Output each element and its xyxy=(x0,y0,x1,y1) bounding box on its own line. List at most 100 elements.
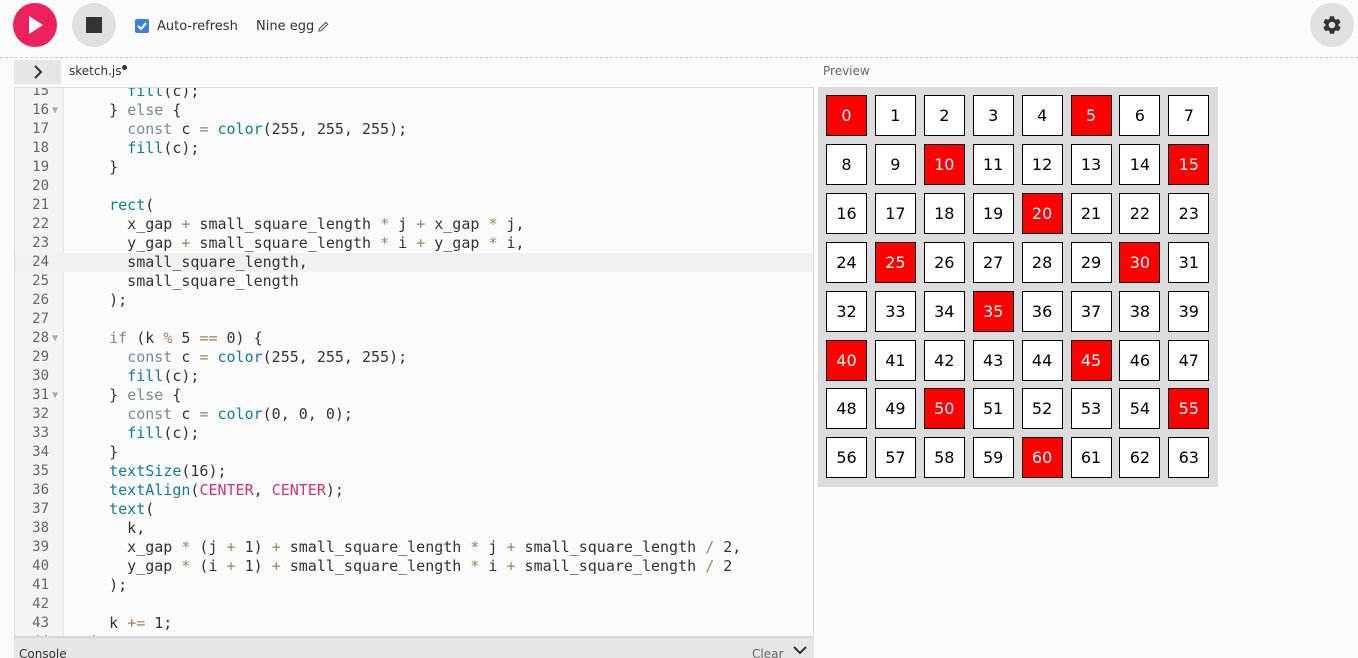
grid-cell: 16 xyxy=(826,192,867,234)
code-line[interactable]: 32 const c = color(0, 0, 0); xyxy=(15,405,813,424)
console-panel: Console Clear xyxy=(14,637,814,658)
code-text: } xyxy=(73,443,119,461)
code-line[interactable]: 21 rect( xyxy=(15,196,813,215)
grid-cell: 5 xyxy=(1070,95,1112,136)
code-line[interactable]: 39 x_gap * (j + 1) + small_square_length… xyxy=(15,538,813,557)
sketch-name[interactable]: Nine egg xyxy=(256,17,329,35)
grid-cell: 10 xyxy=(923,143,965,185)
grid-cell: 17 xyxy=(874,192,916,234)
fold-arrow-icon[interactable]: ▼ xyxy=(52,101,58,120)
grid-cell: 44 xyxy=(1021,339,1063,381)
code-line[interactable]: 37 text( xyxy=(15,500,813,519)
code-line[interactable]: 33 fill(c); xyxy=(15,424,813,443)
code-line[interactable]: 30 fill(c); xyxy=(15,367,813,386)
code-line[interactable]: 41 ); xyxy=(15,576,813,595)
fold-arrow-icon[interactable]: ▼ xyxy=(52,329,58,348)
code-text: rect( xyxy=(109,196,155,214)
grid-cell: 9 xyxy=(874,143,916,185)
line-number: 42 xyxy=(32,596,49,612)
code-line[interactable]: 31 ▼ } else { xyxy=(15,386,813,405)
code-lines[interactable]: 15 fill(c); 16 ▼ } else {17 const c = colo… xyxy=(15,87,813,636)
grid-cell: 61 xyxy=(1070,437,1112,479)
code-line[interactable]: 42 xyxy=(15,595,813,614)
grid-cell: 14 xyxy=(1119,143,1161,185)
preview-canvas[interactable]: 0 1 2 3 4 5 6 7 8 9 10 11 12 13 14 15 16 17 18 19 20 21 22 23 24… xyxy=(818,87,1218,487)
code-text: const c = color(255, 255, 255); xyxy=(127,120,408,138)
line-number: 19 xyxy=(32,159,49,175)
grid-cell: 18 xyxy=(923,192,965,234)
line-number: 20 xyxy=(32,178,49,194)
grid-cell: 54 xyxy=(1119,388,1161,430)
code-line[interactable]: 20 xyxy=(15,177,813,196)
code-line[interactable]: 38 k, xyxy=(15,519,813,538)
line-number: 34 xyxy=(32,444,49,460)
grid-cell: 37 xyxy=(1070,290,1112,332)
code-line[interactable]: 27 xyxy=(15,310,813,329)
auto-refresh-checkbox[interactable] xyxy=(135,19,149,33)
code-line[interactable]: 23 y_gap + small_square_length * i + y_g… xyxy=(15,234,813,253)
code-line[interactable]: 26 ); xyxy=(15,291,813,310)
sidebar-toggle-button[interactable] xyxy=(14,60,61,84)
grid-cell: 26 xyxy=(923,241,965,283)
code-text: small_square_length xyxy=(73,272,299,290)
code-text: y_gap * (i + 1) + small_square_length * … xyxy=(73,557,733,575)
grid-cell: 43 xyxy=(972,339,1014,381)
line-number: 39 xyxy=(32,539,49,555)
file-tab-sketch[interactable]: sketch.js xyxy=(69,64,128,78)
stop-button[interactable] xyxy=(72,3,116,47)
code-text: x_gap + small_square_length * j + x_gap … xyxy=(73,215,525,233)
grid-cell: 46 xyxy=(1119,339,1161,381)
code-line[interactable]: 35 textSize(16); xyxy=(15,462,813,481)
grid-cell: 23 xyxy=(1168,192,1210,234)
code-line[interactable]: 40 y_gap * (i + 1) + small_square_length… xyxy=(15,557,813,576)
line-number: 15 xyxy=(32,87,49,99)
grid-cell: 32 xyxy=(826,290,867,332)
auto-refresh-toggle[interactable]: Auto-refresh xyxy=(135,17,238,35)
code-line[interactable]: 19 } xyxy=(15,158,813,177)
code-line[interactable]: 43 k += 1; xyxy=(15,614,813,633)
sketch-name-label: Nine egg xyxy=(256,18,315,34)
code-line[interactable]: 36 textAlign(CENTER, CENTER); xyxy=(15,481,813,500)
fold-arrow-icon[interactable]: ▼ xyxy=(52,386,58,405)
code-line[interactable]: 24 small_square_length, xyxy=(15,253,813,272)
grid-cell: 47 xyxy=(1168,339,1210,381)
code-line[interactable]: 34 } xyxy=(15,443,813,462)
pencil-icon[interactable] xyxy=(318,21,329,32)
grid-cell: 8 xyxy=(826,143,867,185)
settings-button[interactable] xyxy=(1310,3,1354,47)
grid-cell: 35 xyxy=(972,290,1014,332)
chevron-right-icon xyxy=(33,65,42,79)
code-line[interactable]: 22 x_gap + small_square_length * j + x_g… xyxy=(15,215,813,234)
console-clear-button[interactable]: Clear xyxy=(752,647,783,658)
line-number: 16 xyxy=(32,102,49,118)
code-line[interactable]: 17 const c = color(255, 255, 255); xyxy=(15,120,813,139)
code-line[interactable]: 18 fill(c); xyxy=(15,139,813,158)
grid-cell: 28 xyxy=(1021,241,1063,283)
code-line[interactable]: 15 fill(c); xyxy=(15,87,813,101)
grid-cell: 33 xyxy=(874,290,916,332)
code-line[interactable]: 28 ▼ if (k % 5 == 0) { xyxy=(15,329,813,348)
code-editor[interactable]: 15 fill(c); 16 ▼ } else {17 const c = colo… xyxy=(14,87,814,637)
line-number: 24 xyxy=(32,254,49,270)
grid-cell: 56 xyxy=(826,437,867,479)
line-number: 30 xyxy=(32,368,49,384)
grid-cell: 53 xyxy=(1070,388,1112,430)
code-text: ); xyxy=(73,291,128,309)
auto-refresh-label: Auto-refresh xyxy=(157,18,238,34)
grid-cell: 25 xyxy=(874,241,916,283)
grid-cell: 19 xyxy=(972,192,1014,234)
code-line[interactable]: 25 small_square_length xyxy=(15,272,813,291)
code-text: fill(c); xyxy=(127,139,200,157)
code-text: small_square_length, xyxy=(73,253,308,271)
code-text: k += 1; xyxy=(73,614,173,632)
play-button[interactable] xyxy=(13,3,57,47)
code-line[interactable]: 16 ▼ } else { xyxy=(15,101,813,120)
chevron-down-icon[interactable] xyxy=(793,646,807,655)
grid-cell: 21 xyxy=(1070,192,1112,234)
code-line[interactable]: 29 const c = color(255, 255, 255); xyxy=(15,348,813,367)
grid-cell: 38 xyxy=(1119,290,1161,332)
grid-cell: 39 xyxy=(1168,290,1210,332)
grid-cell: 50 xyxy=(923,388,965,430)
grid-cell: 1 xyxy=(874,95,916,136)
line-number: 40 xyxy=(32,558,49,574)
